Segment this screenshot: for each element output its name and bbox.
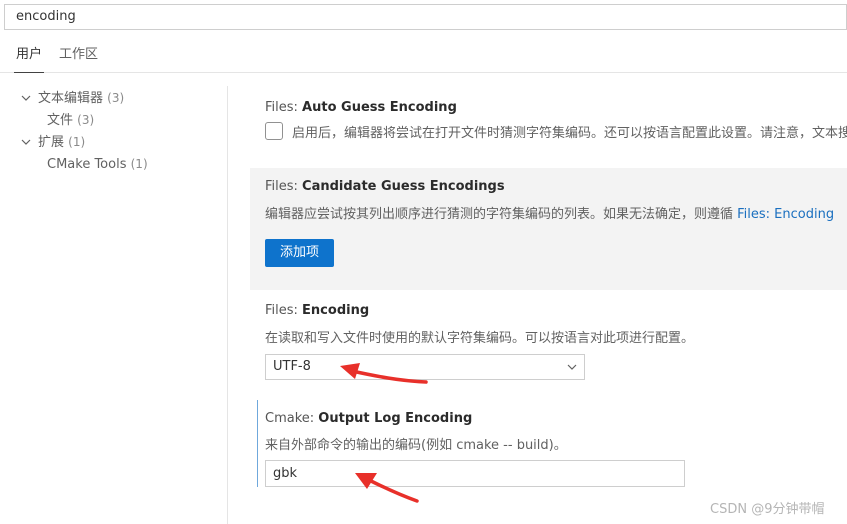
setting-title: Cmake: Output Log Encoding <box>265 411 473 426</box>
chevron-down-icon <box>21 95 31 101</box>
setting-cmake-output-log-encoding: Cmake: Output Log Encoding 来自外部命令的输出的编码(… <box>250 400 847 487</box>
toc-divider <box>227 86 228 524</box>
toc-item-label: 文件 <box>47 113 74 128</box>
setting-title: Files: Candidate Guess Encodings <box>265 179 505 194</box>
chevron-down-icon <box>21 139 31 145</box>
toc-item-count: (3) <box>77 113 95 127</box>
tab-workspace[interactable]: 工作区 <box>59 46 98 73</box>
settings-search-input[interactable]: encoding <box>4 4 847 30</box>
toc-item-count: (1) <box>68 135 86 149</box>
toc-item-count: (1) <box>130 157 148 171</box>
toc-item-label: 文本编辑器 <box>38 91 104 106</box>
setting-title: Files: Encoding <box>265 303 370 318</box>
toc-item-cmake-tools[interactable]: CMake Tools (1) <box>0 153 200 175</box>
setting-auto-guess-encoding: Files: Auto Guess Encoding 启用后，编辑器将尝试在打开… <box>250 92 847 148</box>
files-encoding-link[interactable]: Files: Encoding <box>737 207 834 222</box>
setting-description: 在读取和写入文件时使用的默认字符集编码。可以按语言对此项进行配置。 <box>265 331 695 346</box>
toc-item-count: (3) <box>107 91 125 105</box>
auto-guess-checkbox[interactable] <box>265 122 283 140</box>
toc-item-text-editor[interactable]: 文本编辑器 (3) <box>0 87 200 109</box>
chevron-down-icon <box>567 364 577 370</box>
setting-description: 来自外部命令的输出的编码(例如 cmake -- build)。 <box>265 438 567 453</box>
toc-item-label: CMake Tools <box>47 157 127 172</box>
add-item-button[interactable]: 添加项 <box>265 239 334 267</box>
toc-item-label: 扩展 <box>38 135 65 150</box>
setting-description: 启用后，编辑器将尝试在打开文件时猜测字符集编码。还可以按语言配置此设置。请注意，… <box>292 126 847 141</box>
tab-user[interactable]: 用户 <box>14 46 45 73</box>
encoding-select-value: UTF-8 <box>273 359 311 374</box>
settings-scope-tabs: 用户 工作区 <box>0 40 847 73</box>
settings-toc: 文本编辑器 (3) 文件 (3) 扩展 (1) CMake Tools (1) <box>0 86 228 524</box>
setting-files-encoding: Files: Encoding 在读取和写入文件时使用的默认字符集编码。可以按语… <box>250 292 847 392</box>
encoding-select[interactable]: UTF-8 <box>265 354 585 380</box>
toc-item-files[interactable]: 文件 (3) <box>0 109 200 131</box>
toc-item-extensions[interactable]: 扩展 (1) <box>0 131 200 153</box>
watermark: CSDN @9分钟带帽 <box>710 502 825 517</box>
setting-description: 编辑器应尝试按其列出顺序进行猜测的字符集编码的列表。如果无法确定，则遵循 Fil… <box>265 207 835 222</box>
setting-candidate-guess-encodings: Files: Candidate Guess Encodings 编辑器应尝试按… <box>250 168 847 290</box>
output-log-encoding-input[interactable]: gbk <box>265 460 685 487</box>
setting-title: Files: Auto Guess Encoding <box>265 100 457 115</box>
